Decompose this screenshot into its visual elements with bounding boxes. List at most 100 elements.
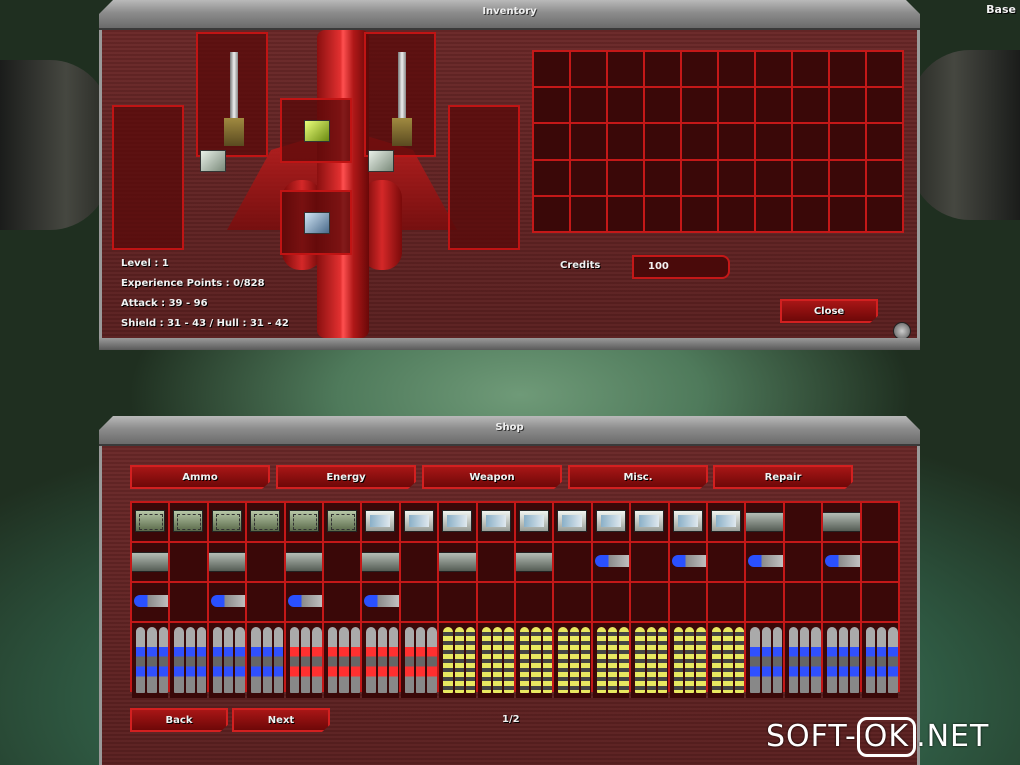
inventory-slot[interactable] (793, 124, 828, 159)
back-button[interactable]: Back (130, 708, 228, 732)
shop-item-slot[interactable] (746, 503, 783, 541)
shop-item-slot[interactable] (823, 503, 860, 541)
inventory-slot[interactable] (682, 160, 717, 195)
inventory-slot[interactable] (534, 160, 569, 195)
shop-item-slot[interactable] (439, 503, 476, 541)
inventory-slot[interactable] (719, 160, 754, 195)
shop-item-slot[interactable] (208, 583, 246, 621)
shop-item-slot[interactable] (708, 583, 745, 621)
inventory-slot[interactable] (534, 52, 569, 87)
inventory-slot[interactable] (867, 160, 902, 195)
inventory-slot[interactable] (867, 196, 902, 231)
shop-item-slot[interactable] (477, 623, 514, 698)
inventory-slot[interactable] (682, 124, 717, 159)
shop-item-slot[interactable] (400, 543, 438, 581)
shop-item-slot[interactable] (400, 623, 438, 698)
shop-item-slot[interactable] (516, 503, 553, 541)
shop-item-slot[interactable] (324, 543, 361, 581)
shop-item-slot[interactable] (554, 623, 591, 698)
tab-ammo[interactable]: Ammo (130, 465, 270, 489)
inventory-slot[interactable] (719, 124, 754, 159)
inventory-slot[interactable] (608, 196, 643, 231)
shop-item-slot[interactable] (439, 623, 476, 698)
shop-item-slot[interactable] (362, 503, 399, 541)
shop-item-slot[interactable] (132, 623, 169, 698)
shop-item-slot[interactable] (708, 623, 745, 698)
close-button[interactable]: Close (780, 299, 878, 323)
shop-item-slot[interactable] (784, 503, 822, 541)
inventory-slot[interactable] (830, 88, 865, 123)
tab-misc[interactable]: Misc. (568, 465, 708, 489)
shop-item-slot[interactable] (516, 543, 553, 581)
shop-item-slot[interactable] (784, 623, 822, 698)
inventory-slot[interactable] (756, 124, 791, 159)
shop-item-slot[interactable] (861, 543, 898, 581)
shop-item-slot[interactable] (400, 503, 438, 541)
shop-item-slot[interactable] (324, 503, 361, 541)
shop-item-slot[interactable] (362, 543, 399, 581)
inventory-slot[interactable] (756, 196, 791, 231)
inventory-slot[interactable] (571, 160, 606, 195)
inventory-slot[interactable] (608, 124, 643, 159)
shop-item-slot[interactable] (247, 583, 284, 621)
shop-item-slot[interactable] (669, 583, 706, 621)
equip-slot-right-gun[interactable] (364, 32, 436, 157)
shop-item-slot[interactable] (132, 503, 169, 541)
inventory-slot[interactable] (756, 160, 791, 195)
shop-item-slot[interactable] (592, 583, 630, 621)
inventory-slot[interactable] (793, 196, 828, 231)
shop-item-slot[interactable] (324, 623, 361, 698)
inventory-slot[interactable] (645, 196, 680, 231)
shop-item-slot[interactable] (669, 623, 706, 698)
inventory-slot[interactable] (867, 88, 902, 123)
shop-item-slot[interactable] (516, 583, 553, 621)
inventory-slot[interactable] (719, 88, 754, 123)
inventory-slot[interactable] (682, 88, 717, 123)
shop-item-slot[interactable] (170, 503, 207, 541)
shop-item-slot[interactable] (285, 543, 322, 581)
shop-item-slot[interactable] (554, 543, 591, 581)
shop-item-slot[interactable] (631, 623, 668, 698)
shop-item-slot[interactable] (746, 623, 783, 698)
inventory-slot[interactable] (756, 52, 791, 87)
tab-weapon[interactable]: Weapon (422, 465, 562, 489)
shop-item-slot[interactable] (823, 543, 860, 581)
shop-item-slot[interactable] (669, 543, 706, 581)
inventory-slot[interactable] (534, 196, 569, 231)
inventory-slot[interactable] (571, 124, 606, 159)
inventory-slot[interactable] (571, 52, 606, 87)
inventory-slot[interactable] (645, 160, 680, 195)
shop-item-slot[interactable] (247, 623, 284, 698)
shop-item-slot[interactable] (285, 583, 322, 621)
inventory-slot[interactable] (719, 52, 754, 87)
inventory-slot[interactable] (534, 88, 569, 123)
shop-item-slot[interactable] (823, 623, 860, 698)
equip-slot-center-bottom[interactable] (280, 190, 352, 255)
inventory-slot[interactable] (682, 196, 717, 231)
shop-item-slot[interactable] (554, 583, 591, 621)
shop-item-slot[interactable] (631, 583, 668, 621)
equip-slot-right-outer[interactable] (448, 105, 520, 250)
inventory-slot[interactable] (756, 88, 791, 123)
inventory-slot[interactable] (571, 196, 606, 231)
inventory-slot[interactable] (830, 160, 865, 195)
inventory-slot[interactable] (793, 88, 828, 123)
shop-item-slot[interactable] (477, 503, 514, 541)
inventory-slot[interactable] (645, 88, 680, 123)
inventory-slot[interactable] (793, 52, 828, 87)
shop-item-slot[interactable] (669, 503, 706, 541)
shop-item-slot[interactable] (400, 583, 438, 621)
inventory-slot[interactable] (793, 160, 828, 195)
shop-item-slot[interactable] (170, 543, 207, 581)
shop-item-slot[interactable] (631, 503, 668, 541)
shop-item-slot[interactable] (861, 503, 898, 541)
shop-item-slot[interactable] (784, 543, 822, 581)
shop-item-slot[interactable] (285, 503, 322, 541)
equip-slot-center-top[interactable] (280, 98, 352, 163)
shop-item-slot[interactable] (592, 503, 630, 541)
shop-item-slot[interactable] (516, 623, 553, 698)
shop-item-slot[interactable] (208, 623, 246, 698)
inventory-slot[interactable] (830, 52, 865, 87)
inventory-slot[interactable] (830, 124, 865, 159)
shop-item-slot[interactable] (477, 543, 514, 581)
